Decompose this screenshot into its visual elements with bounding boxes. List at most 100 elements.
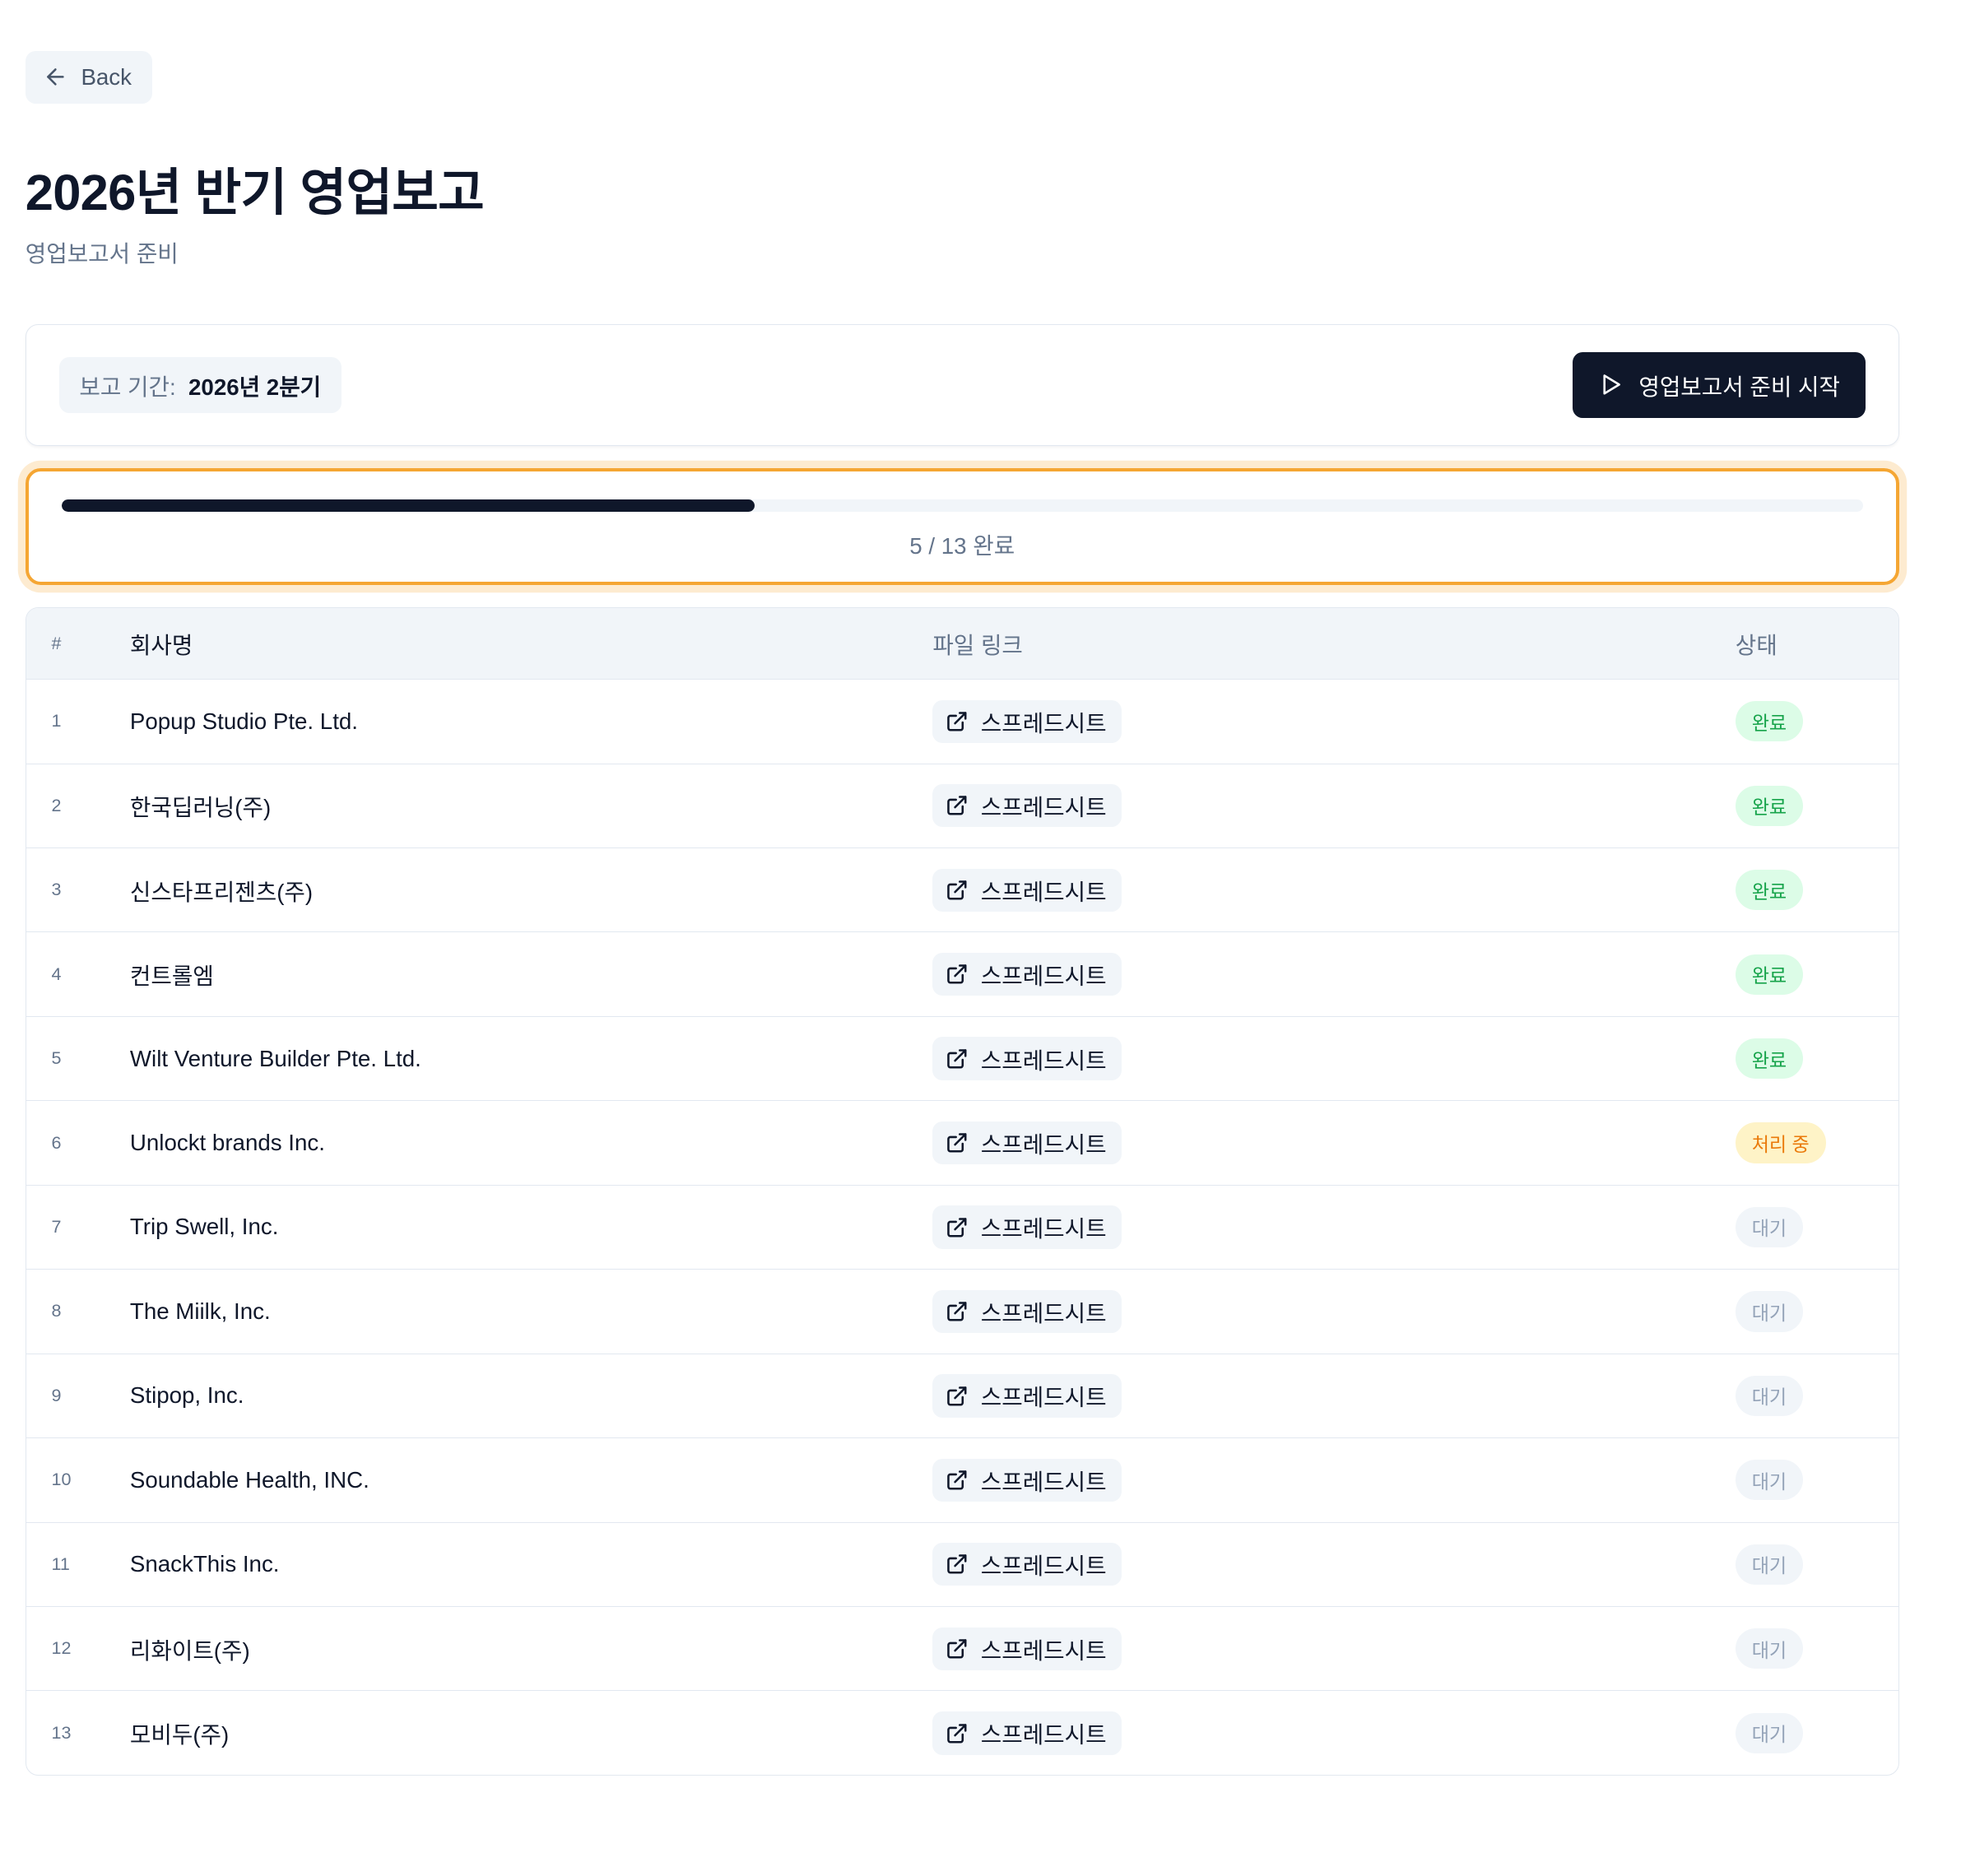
file-link-cell: 스프레드시트 xyxy=(932,1522,1735,1606)
company-name: Wilt Venture Builder Pte. Ltd. xyxy=(129,1045,421,1071)
report-period-value: 2026년 2분기 xyxy=(188,374,322,400)
spreadsheet-link-label: 스프레드시트 xyxy=(980,1385,1107,1411)
page: Back 2026년 반기 영업보고 영업보고서 준비 보고 기간: 2026년… xyxy=(0,0,1925,1776)
spreadsheet-link-button[interactable]: 스프레드시트 xyxy=(932,1458,1122,1502)
table-row: 4 컨트롤엠 스프레드시트 완료 xyxy=(26,931,1898,1016)
company-table: # 회사명 파일 링크 상태 1 Popup Studio Pte. Ltd. 스프… xyxy=(25,607,1899,1776)
external-link-icon xyxy=(946,1302,967,1321)
row-number: 4 xyxy=(51,964,62,984)
back-button[interactable]: Back xyxy=(25,50,152,104)
status-badge: 대기 xyxy=(1735,1291,1804,1332)
start-report-label: 영업보고서 준비 시작 xyxy=(1638,374,1840,400)
spreadsheet-link-label: 스프레드시트 xyxy=(980,1300,1107,1326)
external-link-icon xyxy=(946,1386,967,1406)
status-badge: 대기 xyxy=(1735,1375,1804,1416)
spreadsheet-link-button[interactable]: 스프레드시트 xyxy=(932,1374,1122,1418)
external-link-icon xyxy=(946,1133,967,1153)
spreadsheet-link-label: 스프레드시트 xyxy=(980,1469,1107,1495)
spreadsheet-link-button[interactable]: 스프레드시트 xyxy=(932,1037,1122,1080)
file-link-cell: 스프레드시트 xyxy=(932,680,1735,764)
table-row: 9 Stipop, Inc. 스프레드시트 대기 xyxy=(26,1354,1898,1437)
status-cell: 처리 중 xyxy=(1735,1101,1898,1185)
status-badge: 대기 xyxy=(1735,1544,1804,1585)
spreadsheet-link-label: 스프레드시트 xyxy=(980,1722,1107,1748)
report-period: 보고 기간: 2026년 2분기 xyxy=(58,356,342,413)
company-name: 신스타프리젠츠(주) xyxy=(129,879,314,905)
file-link-cell: 스프레드시트 xyxy=(932,764,1735,847)
progress-card: 5 / 13 완료 xyxy=(25,468,1899,585)
play-icon xyxy=(1603,374,1621,395)
company-name: 리화이트(주) xyxy=(129,1637,250,1664)
status-cell: 대기 xyxy=(1735,1270,1898,1354)
status-badge: 대기 xyxy=(1735,1206,1804,1248)
spreadsheet-link-button[interactable]: 스프레드시트 xyxy=(932,1121,1122,1165)
column-header-num: # xyxy=(51,633,62,653)
table-row: 2 한국딥러닝(주) 스프레드시트 완료 xyxy=(26,764,1898,847)
status-badge: 대기 xyxy=(1735,1712,1804,1754)
company-name: Stipop, Inc. xyxy=(129,1382,244,1409)
company-name: Soundable Health, INC. xyxy=(129,1466,369,1493)
spreadsheet-link-label: 스프레드시트 xyxy=(980,879,1107,905)
row-number: 13 xyxy=(51,1722,72,1743)
table-row: 11 SnackThis Inc. 스프레드시트 대기 xyxy=(26,1522,1898,1606)
spreadsheet-link-button[interactable]: 스프레드시트 xyxy=(932,1543,1122,1586)
row-number: 5 xyxy=(51,1048,62,1069)
external-link-icon xyxy=(946,796,967,815)
spreadsheet-link-label: 스프레드시트 xyxy=(980,1132,1107,1159)
company-name: SnackThis Inc. xyxy=(129,1551,280,1577)
row-number: 6 xyxy=(51,1132,62,1153)
file-link-cell: 스프레드시트 xyxy=(932,1691,1735,1775)
spreadsheet-link-button[interactable]: 스프레드시트 xyxy=(932,952,1122,996)
status-badge: 완료 xyxy=(1735,954,1804,995)
company-name: Popup Studio Pte. Ltd. xyxy=(129,708,358,734)
spreadsheet-link-button[interactable]: 스프레드시트 xyxy=(932,1711,1122,1755)
progress-text: 5 / 13 완료 xyxy=(909,532,1015,559)
file-link-cell: 스프레드시트 xyxy=(932,932,1735,1016)
progress-bar-fill xyxy=(61,499,755,513)
spreadsheet-link-label: 스프레드시트 xyxy=(980,1216,1107,1242)
spreadsheet-link-button[interactable]: 스프레드시트 xyxy=(932,699,1122,743)
table-row: 13 모비두(주) 스프레드시트 대기 xyxy=(26,1690,1898,1775)
control-card: 보고 기간: 2026년 2분기 영업보고서 준비 시작 xyxy=(25,323,1899,446)
file-link-cell: 스프레드시트 xyxy=(932,1607,1735,1691)
status-cell: 완료 xyxy=(1735,680,1898,764)
spreadsheet-link-button[interactable]: 스프레드시트 xyxy=(932,784,1122,828)
file-link-cell: 스프레드시트 xyxy=(932,1016,1735,1100)
status-badge: 완료 xyxy=(1735,701,1804,742)
external-link-icon xyxy=(946,1217,967,1238)
file-link-cell: 스프레드시트 xyxy=(932,1185,1735,1269)
spreadsheet-link-label: 스프레드시트 xyxy=(980,1553,1107,1580)
company-name: Trip Swell, Inc. xyxy=(129,1214,279,1240)
row-number: 10 xyxy=(51,1470,72,1490)
start-report-button[interactable]: 영업보고서 준비 시작 xyxy=(1573,351,1866,418)
company-name: Unlockt brands Inc. xyxy=(129,1130,325,1156)
external-link-icon xyxy=(946,712,967,731)
status-badge: 대기 xyxy=(1735,1460,1804,1501)
status-badge: 대기 xyxy=(1735,1628,1804,1669)
external-link-icon xyxy=(946,1723,967,1744)
status-badge: 처리 중 xyxy=(1735,1122,1826,1163)
spreadsheet-link-label: 스프레드시트 xyxy=(980,1047,1107,1074)
status-cell: 대기 xyxy=(1735,1438,1898,1522)
external-link-icon xyxy=(946,1639,967,1659)
status-cell: 대기 xyxy=(1735,1185,1898,1269)
status-cell: 대기 xyxy=(1735,1522,1898,1606)
table-row: 5 Wilt Venture Builder Pte. Ltd. 스프레드시트 완료 xyxy=(26,1016,1898,1100)
table-row: 3 신스타프리젠츠(주) 스프레드시트 완료 xyxy=(26,847,1898,931)
external-link-icon xyxy=(946,1048,967,1069)
table-row: 6 Unlockt brands Inc. 스프레드시트 처리 중 xyxy=(26,1100,1898,1185)
back-label: Back xyxy=(81,63,132,90)
status-cell: 대기 xyxy=(1735,1691,1898,1775)
spreadsheet-link-label: 스프레드시트 xyxy=(980,795,1107,821)
status-cell: 완료 xyxy=(1735,1016,1898,1100)
status-cell: 대기 xyxy=(1735,1607,1898,1691)
spreadsheet-link-button[interactable]: 스프레드시트 xyxy=(932,1627,1122,1670)
spreadsheet-link-button[interactable]: 스프레드시트 xyxy=(932,868,1122,912)
external-link-icon xyxy=(946,964,967,984)
status-cell: 대기 xyxy=(1735,1354,1898,1437)
spreadsheet-link-button[interactable]: 스프레드시트 xyxy=(932,1289,1122,1334)
row-number: 1 xyxy=(51,711,62,731)
progress-bar xyxy=(61,499,1863,513)
spreadsheet-link-button[interactable]: 스프레드시트 xyxy=(932,1205,1122,1249)
table-row: 12 리화이트(주) 스프레드시트 대기 xyxy=(26,1606,1898,1691)
